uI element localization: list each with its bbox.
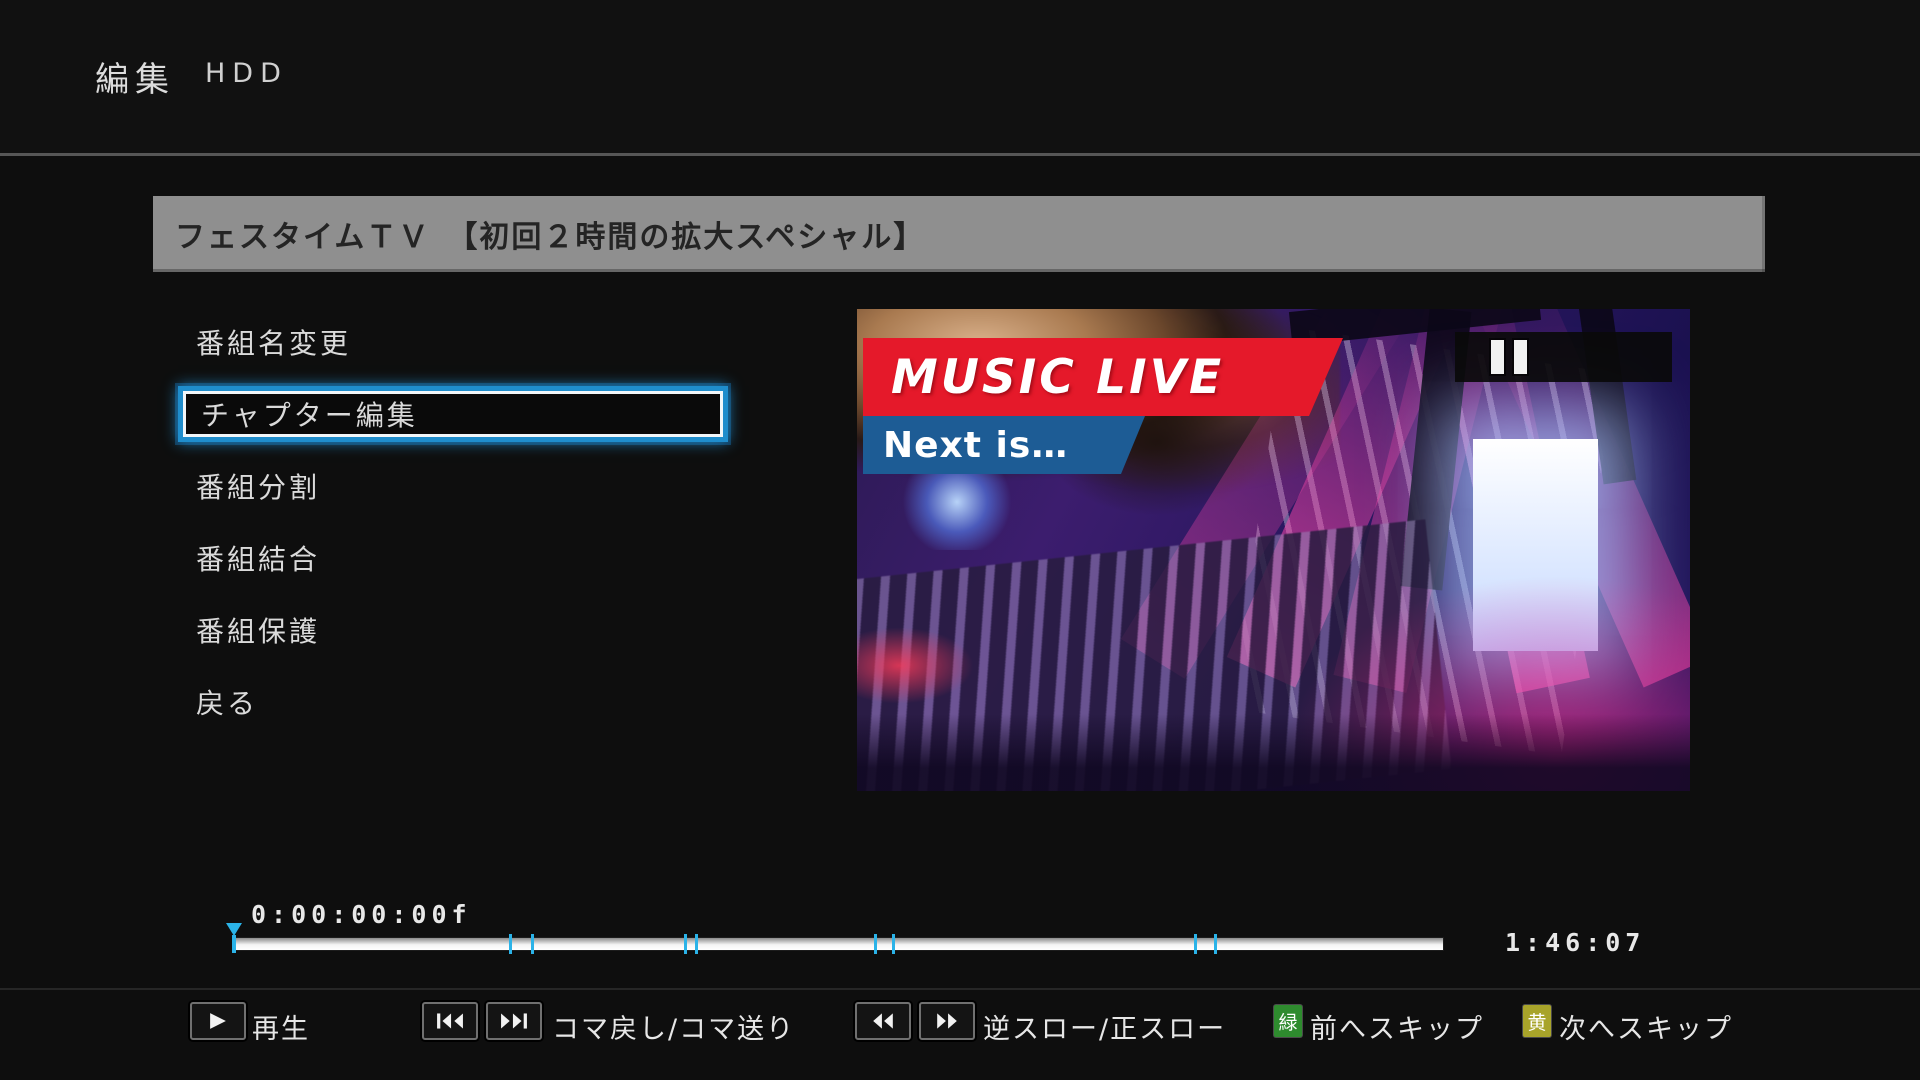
next-frame-button[interactable]	[486, 1002, 542, 1040]
device-label: HDD	[205, 58, 288, 89]
slow-motion-label: 逆スロー/正スロー	[983, 1007, 1226, 1046]
video-crowd-silhouette	[857, 714, 1690, 791]
timeline-scrubber[interactable]	[233, 938, 1443, 950]
program-title-bar: フェスタイムＴＶ 【初回２時間の拡大スペシャル】	[153, 196, 1765, 272]
header: 編集 HDD	[0, 0, 1920, 153]
play-button[interactable]	[190, 1002, 246, 1040]
total-duration: 1:46:07	[1505, 928, 1645, 957]
pause-icon	[1491, 340, 1504, 374]
chapter-marker[interactable]	[1194, 934, 1197, 954]
pause-indicator	[1455, 332, 1672, 382]
skip-next-label: 次へスキップ	[1559, 1007, 1733, 1046]
menu-item-label: 番組結合	[196, 538, 320, 578]
chapter-marker[interactable]	[684, 934, 687, 954]
program-title: フェスタイムＴＶ 【初回２時間の拡大スペシャル】	[175, 212, 925, 256]
chapter-marker[interactable]	[531, 934, 534, 954]
next-frame-icon	[500, 1013, 528, 1029]
skip-back-label: 前へスキップ	[1310, 1007, 1484, 1046]
play-icon	[209, 1013, 227, 1029]
menu-item-split[interactable]: 番組分割	[178, 458, 728, 514]
menu-item-combine[interactable]: 番組結合	[178, 530, 728, 586]
chapter-marker[interactable]	[892, 934, 895, 954]
header-separator	[0, 153, 1920, 156]
broadcast-subtitle-banner: Next is…	[863, 416, 1145, 474]
playhead-line	[232, 935, 236, 953]
video-preview: MUSIC LIVE Next is…	[857, 309, 1690, 791]
chapter-marker[interactable]	[509, 934, 512, 954]
menu-item-protect[interactable]: 番組保護	[178, 602, 728, 658]
broadcast-title-banner: MUSIC LIVE	[863, 338, 1343, 416]
playhead-icon[interactable]	[226, 923, 242, 936]
yellow-key-badge: 黄	[1523, 1005, 1551, 1037]
broadcast-title: MUSIC LIVE	[891, 350, 1224, 405]
play-label: 再生	[252, 1007, 310, 1046]
current-timecode: 0:00:00:00f	[251, 900, 472, 929]
page-title: 編集	[95, 52, 175, 101]
menu-item-label: 戻る	[196, 682, 258, 722]
menu-item-label: 番組名変更	[196, 322, 351, 362]
menu-item-chapter-edit[interactable]: チャプター編集	[178, 386, 728, 442]
menu-item-rename[interactable]: 番組名変更	[178, 314, 728, 370]
chapter-marker[interactable]	[874, 934, 877, 954]
menu-item-label: 番組分割	[196, 466, 320, 506]
forward-slow-button[interactable]	[919, 1002, 975, 1040]
video-red-light	[857, 627, 974, 704]
prev-frame-icon	[436, 1013, 464, 1029]
green-key-badge: 緑	[1274, 1005, 1302, 1037]
prev-frame-button[interactable]	[422, 1002, 478, 1040]
menu-item-label: 番組保護	[196, 610, 320, 650]
broadcast-subtitle: Next is…	[883, 425, 1068, 466]
edit-menu: 番組名変更 チャプター編集 番組分割 番組結合 番組保護 戻る	[178, 314, 728, 746]
chapter-marker[interactable]	[1214, 934, 1217, 954]
chapter-marker[interactable]	[695, 934, 698, 954]
pause-icon	[1514, 340, 1527, 374]
reverse-slow-button[interactable]	[855, 1002, 911, 1040]
menu-item-label: チャプター編集	[201, 394, 418, 434]
edit-screen: 編集 HDD フェスタイムＴＶ 【初回２時間の拡大スペシャル】 番組名変更 チャ…	[0, 0, 1920, 1080]
fast-forward-icon	[935, 1013, 959, 1029]
rewind-icon	[871, 1013, 895, 1029]
control-legend-bar: 再生 コマ戻し/コマ送り 逆スロー/正スロー 緑 前へスキップ 黄 次へスキップ	[0, 988, 1920, 1080]
menu-item-back[interactable]: 戻る	[178, 674, 728, 730]
frame-step-label: コマ戻し/コマ送り	[552, 1007, 795, 1046]
